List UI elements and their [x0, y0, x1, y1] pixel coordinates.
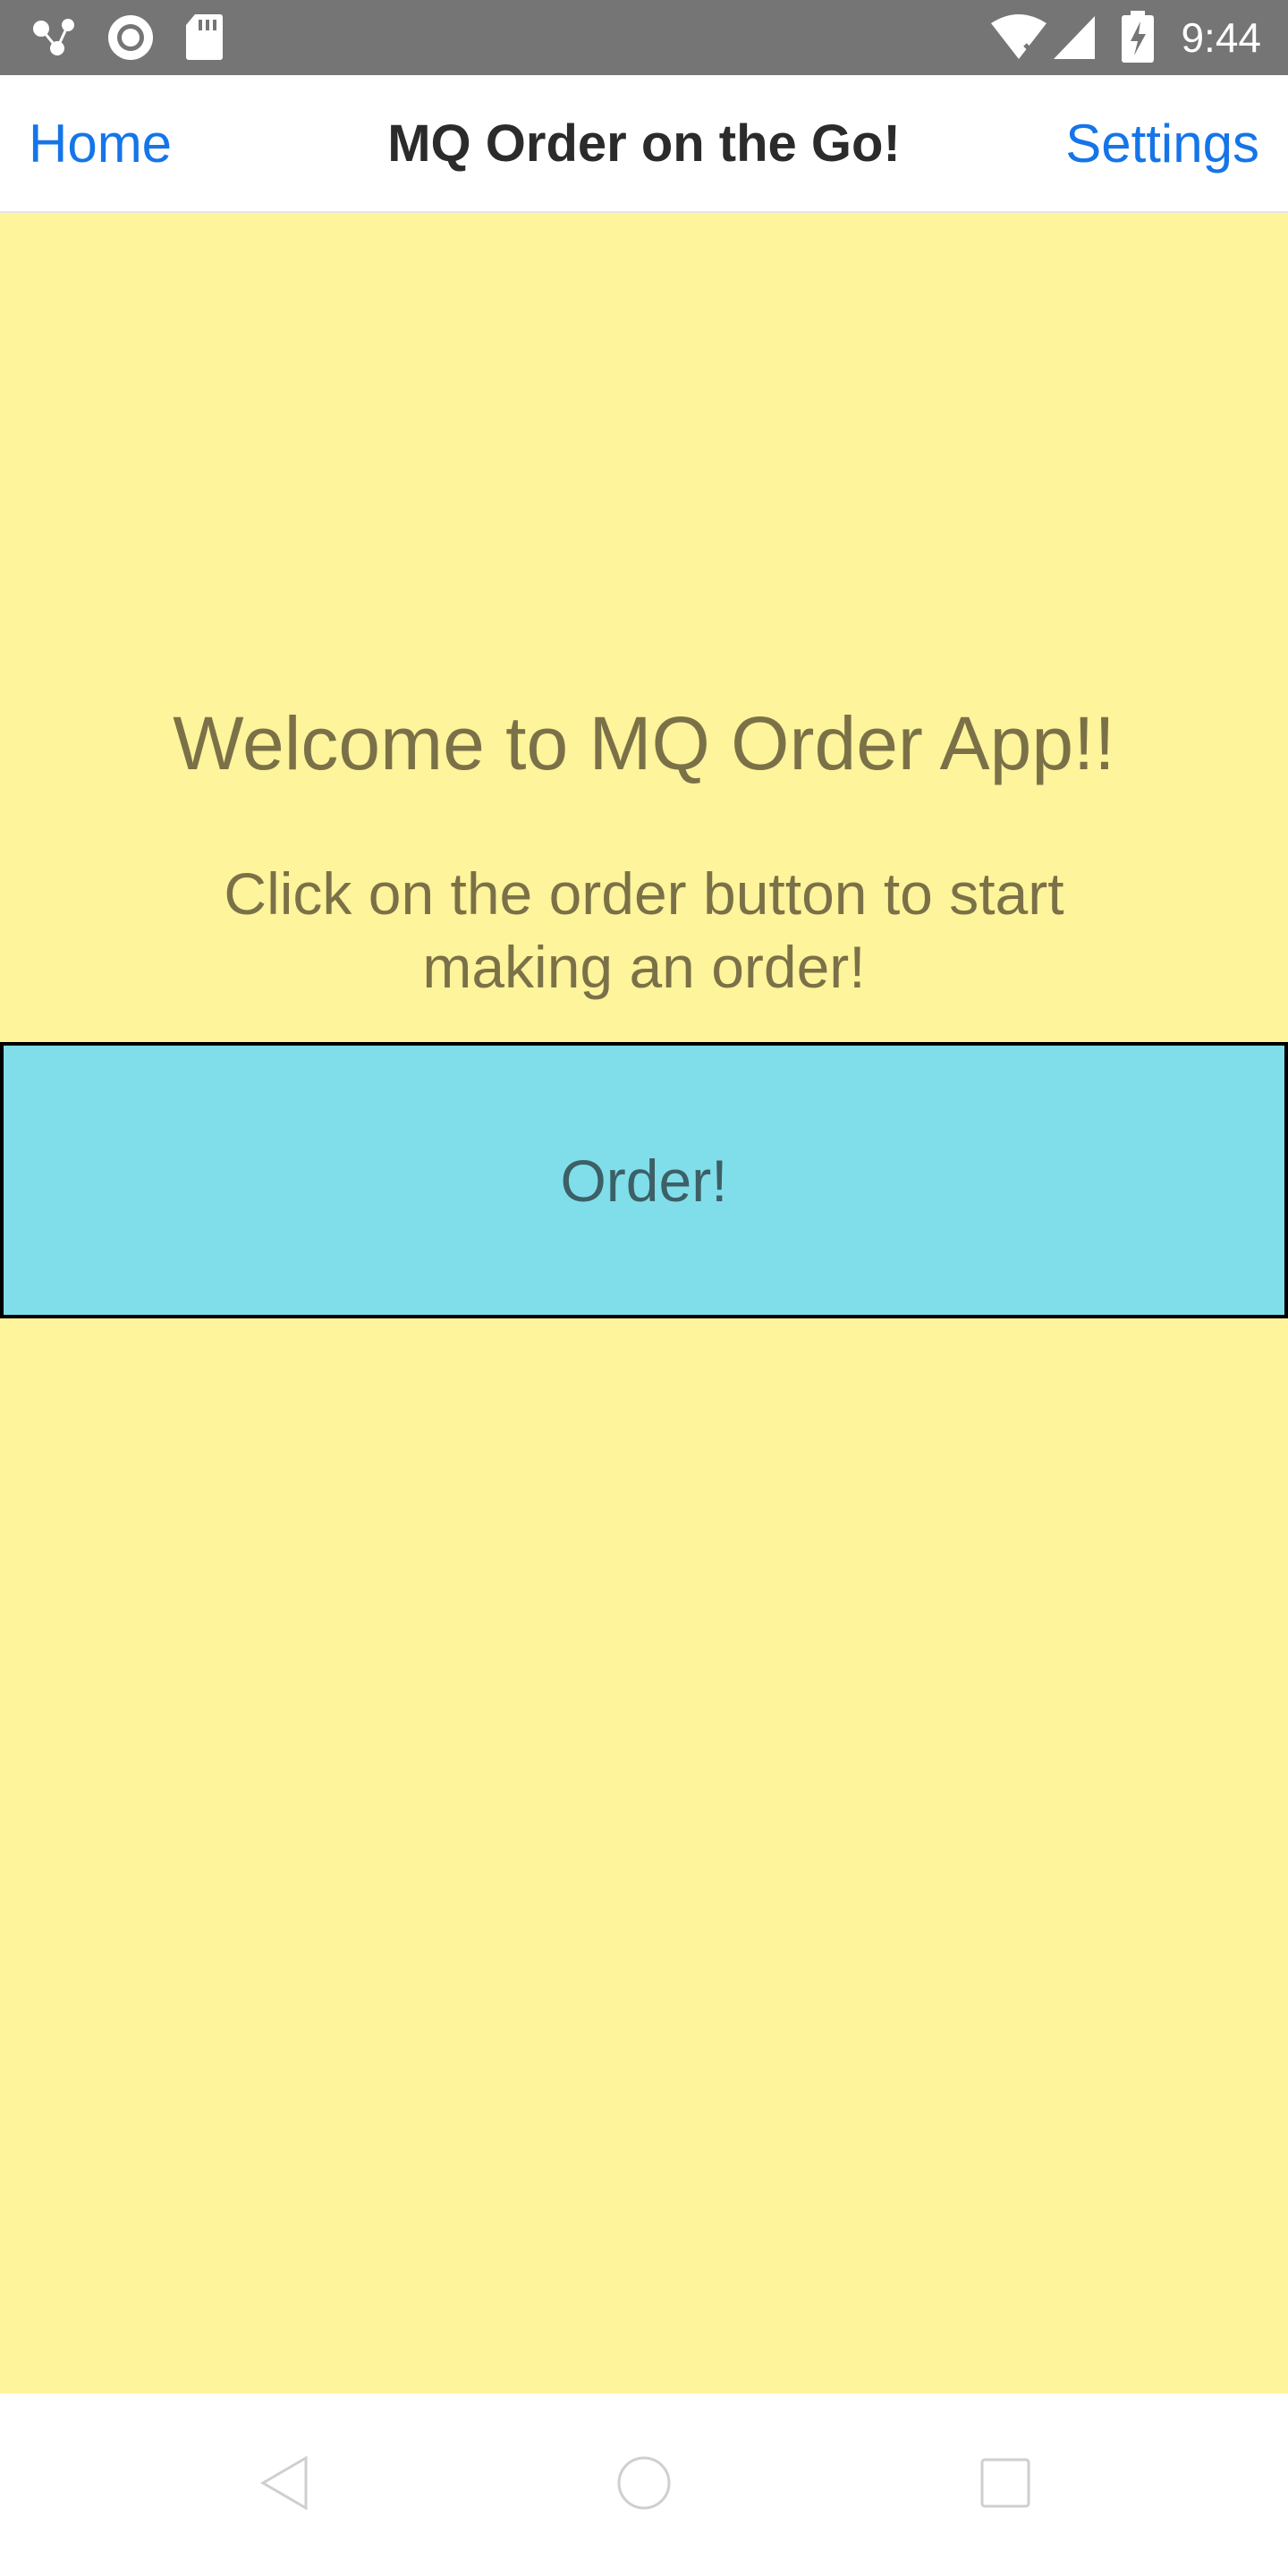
status-bar: 9:44 — [0, 0, 1288, 75]
welcome-heading: Welcome to MQ Order App!! — [173, 701, 1115, 785]
navigation-bar: Home MQ Order on the Go! Settings — [0, 75, 1288, 213]
app-screen: 9:44 Home MQ Order on the Go! Settings W… — [0, 0, 1288, 2576]
battery-charging-icon — [1122, 11, 1154, 67]
home-circle-icon — [615, 2454, 673, 2516]
status-time: 9:44 — [1181, 14, 1261, 61]
home-link[interactable]: Home — [29, 75, 172, 213]
record-icon — [106, 13, 156, 67]
system-navigation-bar — [0, 2394, 1288, 2576]
recents-icon — [979, 2457, 1031, 2513]
connection-dots-icon — [30, 16, 80, 64]
settings-link[interactable]: Settings — [1065, 75, 1259, 213]
order-button[interactable]: Order! — [0, 1042, 1288, 1318]
back-button[interactable] — [195, 2394, 374, 2576]
sd-card-icon — [184, 13, 224, 65]
recents-button[interactable] — [916, 2394, 1095, 2576]
wifi-off-icon — [989, 14, 1048, 65]
cell-signal-icon — [1052, 14, 1097, 65]
back-icon — [258, 2454, 311, 2516]
instructions-text: Click on the order button to start makin… — [224, 860, 1064, 1000]
home-button[interactable] — [555, 2394, 733, 2576]
order-button-label: Order! — [560, 1147, 728, 1214]
